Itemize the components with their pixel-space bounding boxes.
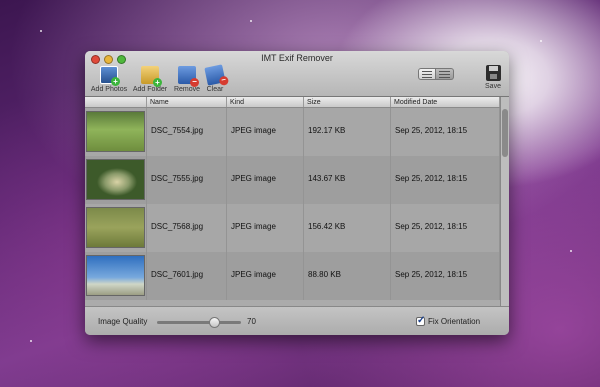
- image-quality-label: Image Quality: [98, 317, 148, 326]
- clear-icon: −: [204, 64, 230, 87]
- column-header-modified-date[interactable]: Modified Date: [391, 97, 500, 107]
- star: [30, 340, 32, 342]
- table-row[interactable]: DSC_7601.jpg JPEG image 88.80 KB Sep 25,…: [85, 252, 500, 300]
- remove-icon: −: [178, 66, 199, 87]
- table-row[interactable]: DSC_7554.jpg JPEG image 192.17 KB Sep 25…: [85, 108, 500, 156]
- image-quality-slider-knob[interactable]: [209, 317, 220, 328]
- save-label: Save: [485, 83, 501, 90]
- modified-cell: Sep 25, 2012, 18:15: [391, 252, 500, 300]
- star: [250, 20, 252, 22]
- image-quality-value: 70: [247, 317, 256, 326]
- column-header-size[interactable]: Size: [304, 97, 391, 107]
- add-folder-button[interactable]: + Add Folder: [130, 66, 170, 93]
- checkmark-icon: ✓: [417, 315, 426, 326]
- add-photos-button[interactable]: + Add Photos: [89, 66, 129, 93]
- modified-cell: Sep 25, 2012, 18:15: [391, 156, 500, 204]
- save-button[interactable]: Save: [481, 65, 505, 90]
- size-cell: 88.80 KB: [304, 252, 391, 300]
- size-cell: 143.67 KB: [304, 156, 391, 204]
- clear-button[interactable]: − Clear: [195, 64, 235, 93]
- add-photos-label: Add Photos: [90, 86, 128, 93]
- size-cell: 192.17 KB: [304, 108, 391, 156]
- column-header-thumbnail[interactable]: [85, 97, 147, 107]
- thumbnail-cell: [85, 156, 147, 204]
- list-view-button[interactable]: [418, 68, 436, 80]
- name-cell: DSC_7554.jpg: [147, 108, 227, 156]
- photo-thumbnail: [86, 111, 145, 152]
- star: [570, 250, 572, 252]
- thumbnail-cell: [85, 252, 147, 300]
- photo-thumbnail: [86, 159, 145, 200]
- photos-icon: +: [100, 66, 120, 86]
- titlebar: IMT Exif Remover + Add Photos + Add Fold…: [85, 51, 509, 97]
- name-cell: DSC_7568.jpg: [147, 204, 227, 252]
- kind-cell: JPEG image: [227, 108, 304, 156]
- app-window: IMT Exif Remover + Add Photos + Add Fold…: [85, 51, 509, 335]
- fix-orientation-label[interactable]: Fix Orientation: [428, 317, 480, 326]
- add-folder-label: Add Folder: [132, 86, 168, 93]
- size-cell: 156.42 KB: [304, 204, 391, 252]
- star: [40, 30, 42, 32]
- modified-cell: Sep 25, 2012, 18:15: [391, 204, 500, 252]
- view-mode-segmented-control: [418, 68, 454, 80]
- scrollbar-thumb[interactable]: [502, 109, 508, 157]
- image-quality-slider-track[interactable]: [157, 321, 241, 324]
- thumbnail-view-button[interactable]: [436, 68, 454, 80]
- modified-cell: Sep 25, 2012, 18:15: [391, 108, 500, 156]
- column-header-kind[interactable]: Kind: [227, 97, 304, 107]
- table-body: DSC_7554.jpg JPEG image 192.17 KB Sep 25…: [85, 108, 500, 300]
- star: [540, 40, 542, 42]
- vertical-scrollbar[interactable]: [500, 97, 509, 306]
- kind-cell: JPEG image: [227, 252, 304, 300]
- kind-cell: JPEG image: [227, 204, 304, 252]
- name-cell: DSC_7555.jpg: [147, 156, 227, 204]
- photo-thumbnail: [86, 207, 145, 248]
- floppy-disk-icon: [485, 65, 501, 81]
- file-table: Name Kind Size Modified Date DSC_7554.jp…: [85, 97, 500, 306]
- thumbnail-cell: [85, 108, 147, 156]
- column-header-name[interactable]: Name: [147, 97, 227, 107]
- window-title: IMT Exif Remover: [261, 53, 333, 63]
- fix-orientation-checkbox[interactable]: ✓: [416, 315, 426, 326]
- clear-label: Clear: [206, 86, 224, 93]
- footer-bar: Image Quality 70 ✓ Fix Orientation: [85, 306, 509, 335]
- folder-icon: +: [141, 66, 162, 87]
- table-row[interactable]: DSC_7555.jpg JPEG image 143.67 KB Sep 25…: [85, 156, 500, 204]
- kind-cell: JPEG image: [227, 156, 304, 204]
- thumbnail-cell: [85, 204, 147, 252]
- name-cell: DSC_7601.jpg: [147, 252, 227, 300]
- table-header: Name Kind Size Modified Date: [85, 97, 500, 108]
- table-row[interactable]: DSC_7568.jpg JPEG image 156.42 KB Sep 25…: [85, 204, 500, 252]
- photo-thumbnail: [86, 255, 145, 296]
